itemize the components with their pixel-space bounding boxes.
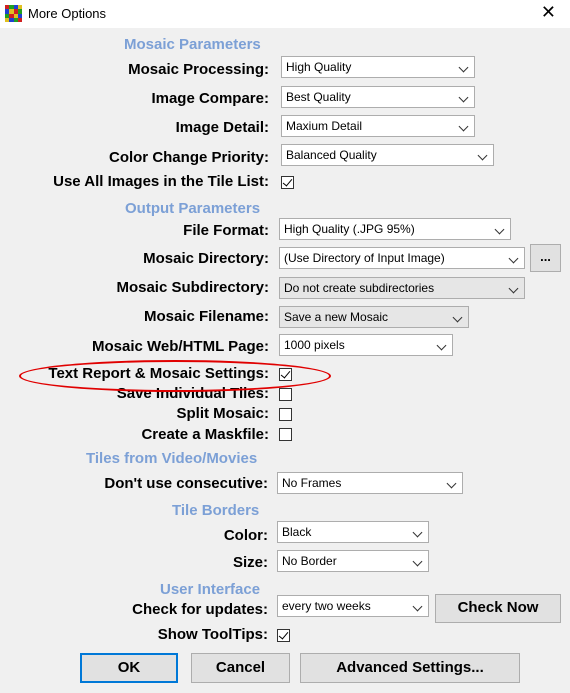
file-format-label: File Format: [183, 222, 269, 239]
section-user-interface: User Interface [160, 581, 261, 598]
border-color-select[interactable]: Black [277, 521, 429, 543]
dont-use-consecutive-select[interactable]: No Frames [277, 472, 463, 494]
chevron-down-icon [477, 150, 488, 161]
image-detail-value: Maxium Detail [286, 119, 363, 133]
title-bar: More Options ✕ [0, 0, 570, 28]
dont-use-consecutive-value: No Frames [282, 476, 342, 490]
chevron-down-icon [412, 556, 423, 567]
window-title: More Options [28, 6, 107, 21]
image-detail-select[interactable]: Maxium Detail [281, 115, 475, 137]
color-change-priority-select[interactable]: Balanced Quality [281, 144, 494, 166]
check-icon [282, 176, 293, 187]
mosaic-processing-select[interactable]: High Quality [281, 56, 475, 78]
chevron-down-icon [436, 340, 447, 351]
split-mosaic-checkbox[interactable] [279, 408, 292, 421]
mosaic-web-page-select[interactable]: 1000 pixels [279, 334, 453, 356]
mosaic-directory-label: Mosaic Directory: [143, 250, 269, 267]
chevron-down-icon [458, 121, 469, 132]
border-color-label: Color: [223, 527, 268, 544]
chevron-down-icon [446, 478, 457, 489]
show-tooltips-checkbox[interactable] [277, 629, 290, 642]
check-for-updates-value: every two weeks [282, 599, 371, 613]
mosaic-subdirectory-select[interactable]: Do not create subdirectories [279, 277, 525, 299]
mosaic-filename-select[interactable]: Save a new Mosaic [279, 306, 469, 328]
section-tiles-from-video: Tiles from Video/Movies [86, 450, 258, 467]
show-tooltips-label: Show ToolTips: [157, 626, 268, 643]
split-mosaic-label: Split Mosaic: [176, 405, 269, 422]
border-color-value: Black [282, 525, 312, 539]
mosaic-subdirectory-label: Mosaic Subdirectory: [116, 279, 269, 296]
chevron-down-icon [458, 92, 469, 103]
annotation-ellipse [19, 360, 331, 392]
border-size-select[interactable]: No Border [277, 550, 429, 572]
mosaic-subdirectory-value: Do not create subdirectories [284, 281, 435, 295]
mosaic-directory-select[interactable]: (Use Directory of Input Image) [279, 247, 525, 269]
image-compare-value: Best Quality [286, 90, 351, 104]
advanced-settings-button[interactable]: Advanced Settings... [300, 653, 520, 683]
image-detail-label: Image Detail: [175, 119, 269, 136]
mosaic-filename-label: Mosaic Filename: [143, 308, 269, 325]
chevron-down-icon [452, 312, 463, 323]
chevron-down-icon [412, 527, 423, 538]
file-format-select[interactable]: High Quality (.JPG 95%) [279, 218, 511, 240]
cancel-button[interactable]: Cancel [191, 653, 290, 683]
section-output-parameters: Output Parameters [125, 200, 261, 217]
chevron-down-icon [412, 601, 423, 612]
check-now-button[interactable]: Check Now [435, 594, 561, 623]
close-icon[interactable]: ✕ [541, 2, 556, 23]
mosaic-directory-value: (Use Directory of Input Image) [284, 251, 445, 265]
section-tile-borders: Tile Borders [172, 502, 260, 519]
check-icon [278, 629, 289, 640]
file-format-value: High Quality (.JPG 95%) [284, 222, 415, 236]
chevron-down-icon [458, 62, 469, 73]
color-change-priority-value: Balanced Quality [286, 148, 377, 162]
check-for-updates-select[interactable]: every two weeks [277, 595, 429, 617]
app-mosaic-icon [5, 5, 22, 22]
color-change-priority-label: Color Change Priority: [108, 149, 269, 166]
check-for-updates-label: Check for updates: [132, 601, 268, 618]
ok-button[interactable]: OK [80, 653, 178, 683]
use-all-images-checkbox[interactable] [281, 176, 294, 189]
mosaic-web-page-label: Mosaic Web/HTML Page: [92, 338, 269, 355]
chevron-down-icon [508, 253, 519, 264]
chevron-down-icon [508, 283, 519, 294]
image-compare-select[interactable]: Best Quality [281, 86, 475, 108]
dont-use-consecutive-label: Don't use consecutive: [104, 475, 268, 492]
browse-directory-button[interactable]: ... [530, 244, 561, 272]
use-all-images-label: Use All Images in the Tile List: [53, 173, 269, 190]
mosaic-filename-value: Save a new Mosaic [284, 310, 389, 324]
create-maskfile-checkbox[interactable] [279, 428, 292, 441]
mosaic-processing-value: High Quality [286, 60, 352, 74]
chevron-down-icon [494, 224, 505, 235]
create-maskfile-label: Create a Maskfile: [141, 426, 269, 443]
border-size-value: No Border [282, 554, 337, 568]
save-individual-tiles-checkbox[interactable] [279, 388, 292, 401]
mosaic-processing-label: Mosaic Processing: [128, 61, 269, 78]
image-compare-label: Image Compare: [151, 90, 269, 107]
section-mosaic-parameters: Mosaic Parameters [124, 36, 261, 53]
border-size-label: Size: [232, 554, 268, 571]
mosaic-web-page-value: 1000 pixels [284, 338, 345, 352]
